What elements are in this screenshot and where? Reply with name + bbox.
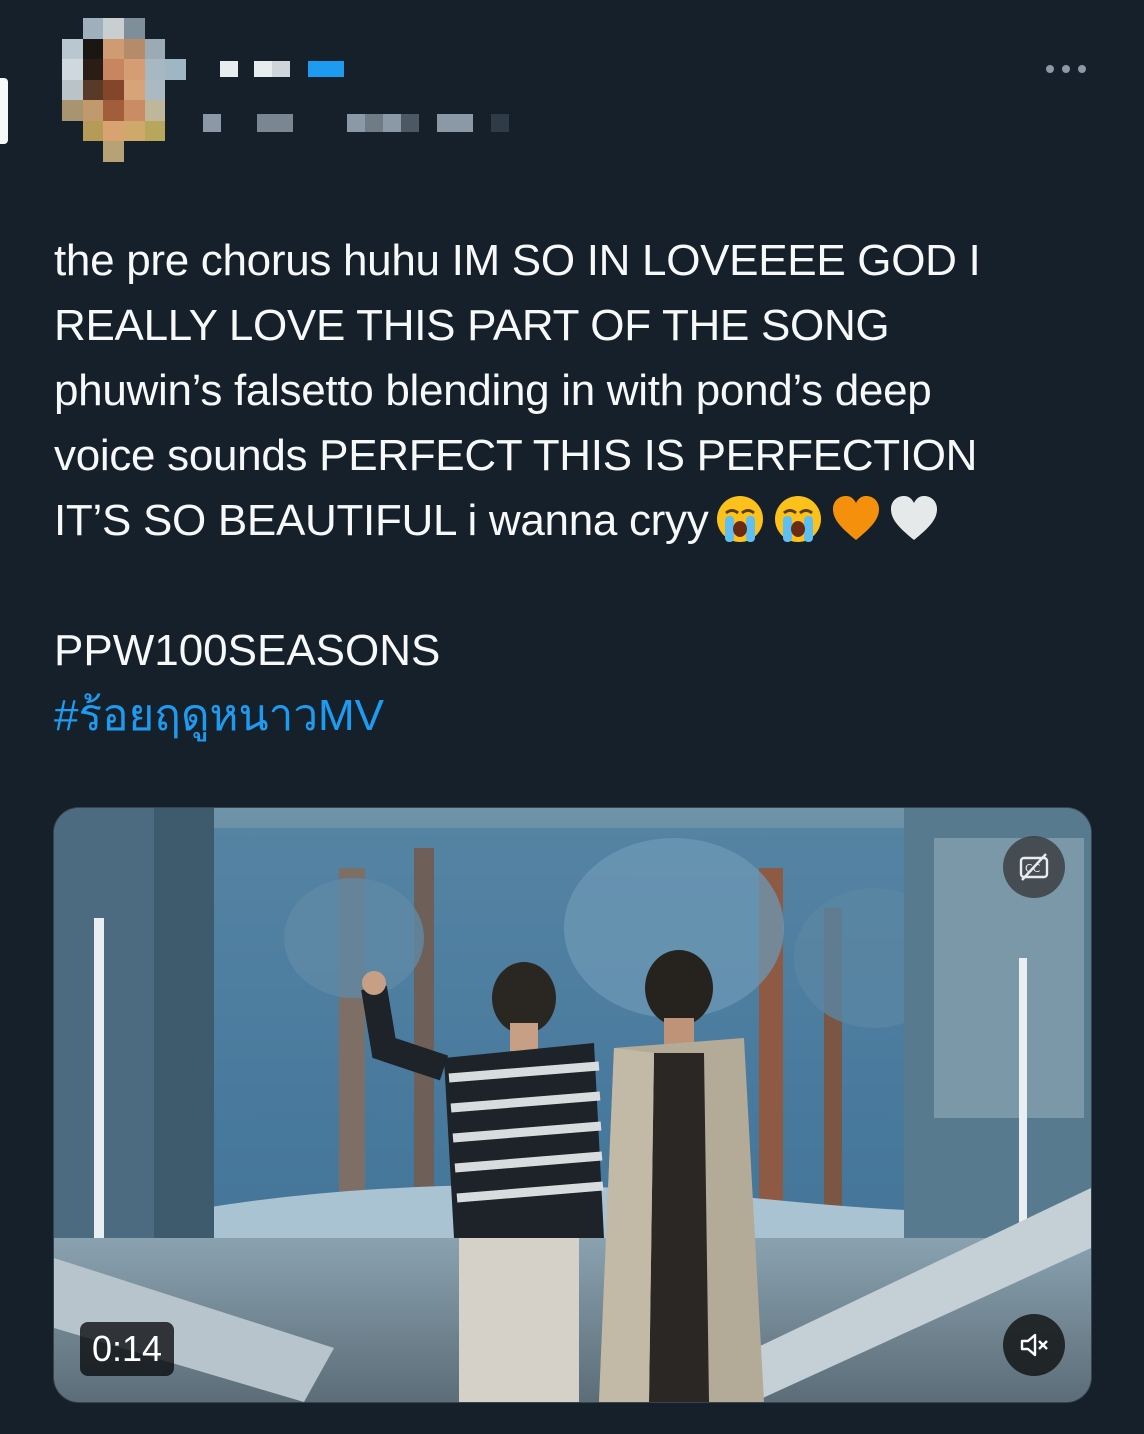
video-player[interactable]: CC 0:14 (53, 807, 1092, 1403)
hashtag-link[interactable]: #ร้อยฤดูหนาวMV (54, 683, 384, 748)
more-icon-dot (1062, 65, 1070, 73)
tweet-text: the pre chorus huhu IM SO IN LOVEEEE GOD… (54, 228, 1114, 553)
loudly-crying-face-icon (775, 496, 822, 542)
display-name-redacted[interactable] (220, 61, 344, 77)
more-icon-dot (1046, 65, 1054, 73)
handle-redacted[interactable] (203, 114, 509, 132)
tweet: the pre chorus huhu IM SO IN LOVEEEE GOD… (0, 0, 1144, 1434)
video-time-badge: 0:14 (80, 1322, 175, 1376)
loudly-crying-face-icon (717, 496, 764, 542)
avatar[interactable] (62, 18, 186, 162)
muted-speaker-icon (1020, 1333, 1048, 1357)
plain-tag-text: PPW100SEASONS (54, 626, 441, 675)
closed-captions-off-icon: CC (1019, 853, 1049, 881)
white-heart-icon (891, 496, 938, 540)
more-icon-dot (1078, 65, 1086, 73)
mute-toggle-button[interactable] (1003, 1314, 1065, 1376)
video-frame (54, 808, 1091, 1402)
scroll-edge-indicator (0, 78, 8, 144)
orange-heart-icon (833, 496, 880, 540)
verified-badge-icon (308, 61, 344, 77)
captions-button[interactable]: CC (1003, 836, 1065, 898)
more-options-button[interactable] (1046, 58, 1086, 80)
